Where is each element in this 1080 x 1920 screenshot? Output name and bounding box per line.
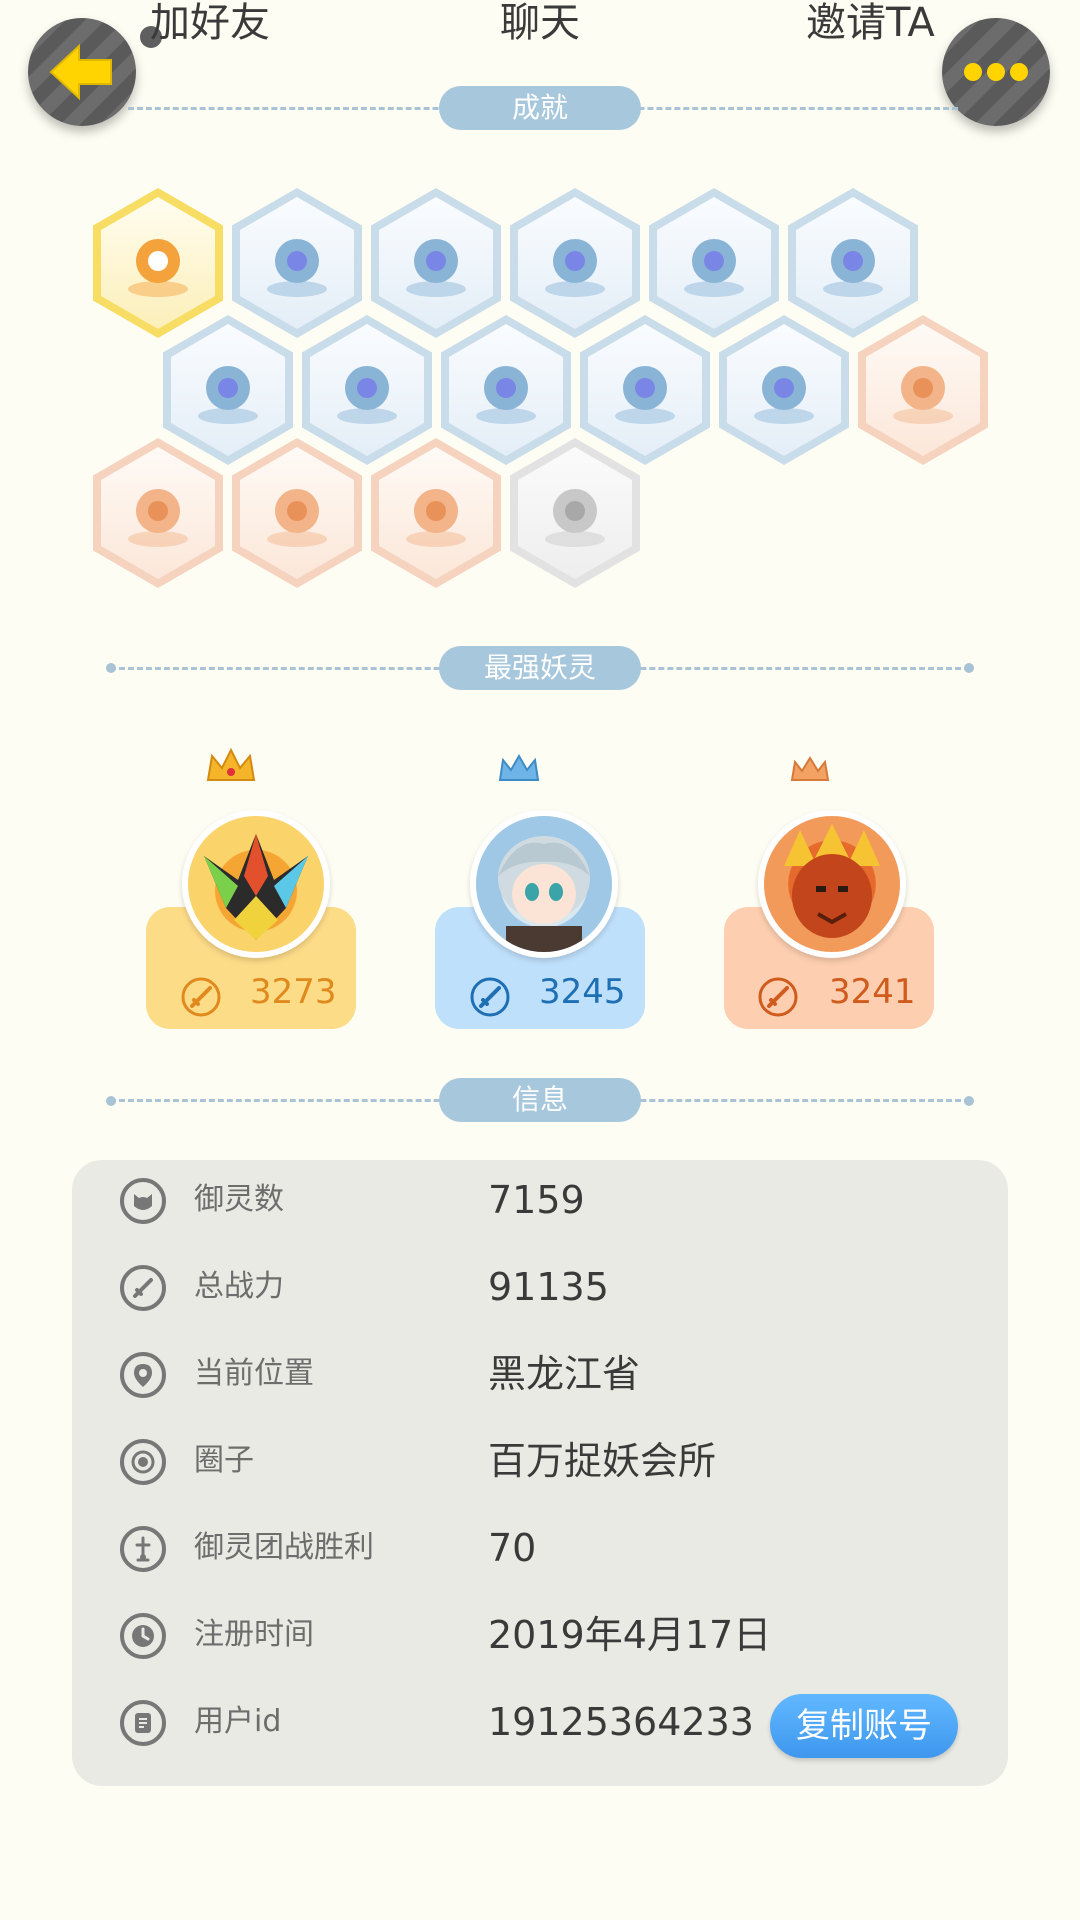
info-value: 7159 <box>488 1178 585 1222</box>
achievement-badge[interactable] <box>510 438 640 588</box>
divider-dot <box>964 663 974 673</box>
achievement-badge[interactable] <box>163 315 293 465</box>
divider-dot <box>106 1096 116 1106</box>
achievement-badge-face <box>588 324 702 456</box>
achievement-badge[interactable] <box>302 315 432 465</box>
spirit-avatar[interactable] <box>758 810 906 958</box>
spirit-portrait <box>204 834 308 940</box>
spirit-portrait <box>498 836 590 952</box>
achievement-badge-face <box>240 197 354 329</box>
achievement-badge-face <box>518 197 632 329</box>
yinyang-book-icon <box>476 366 536 424</box>
fire-spirit-icon <box>893 366 953 424</box>
info-label: 当前位置 <box>194 1356 314 1391</box>
crown-silver-icon <box>498 753 540 781</box>
achievement-badge-face <box>101 447 215 579</box>
achievement-badge[interactable] <box>510 188 640 338</box>
spirit-power-value: 3245 <box>539 972 626 1012</box>
achievement-badge-face <box>310 324 424 456</box>
sword-power-icon <box>120 1265 166 1311</box>
achievement-badge-face <box>796 197 910 329</box>
sword-power-icon <box>470 977 510 1017</box>
info-value: 2019年4月17日 <box>488 1613 772 1657</box>
info-label: 圈子 <box>194 1443 254 1478</box>
spirit-power-value: 3241 <box>829 972 916 1012</box>
cat-statue-icon <box>754 366 814 424</box>
sword-power-icon <box>181 977 221 1017</box>
spirit-avatar[interactable] <box>470 810 618 958</box>
team-sword-icon <box>120 1526 166 1572</box>
achievement-badge-face <box>866 324 980 456</box>
achievement-badge[interactable] <box>441 315 571 465</box>
achievement-badge-face <box>518 447 632 579</box>
copy-account-button[interactable]: 复制账号 <box>770 1694 958 1758</box>
info-label: 御灵数 <box>194 1182 284 1217</box>
circle-target-icon <box>120 1439 166 1485</box>
moon-icon <box>545 239 605 297</box>
achievement-badge-face <box>657 197 771 329</box>
koi-fish-icon <box>267 489 327 547</box>
info-value: 91135 <box>488 1265 609 1309</box>
add-friend-button[interactable]: 加好友 <box>150 0 270 46</box>
info-label: 注册时间 <box>194 1617 314 1652</box>
spirit-power-value: 3273 <box>250 972 337 1012</box>
info-label: 御灵团战胜利 <box>194 1530 374 1565</box>
crown-bronze-icon <box>790 756 830 781</box>
cat-cart-icon <box>128 489 188 547</box>
spirit-portrait <box>784 824 880 938</box>
achievement-badge-face <box>240 447 354 579</box>
back-arrow-icon <box>49 43 112 101</box>
clock-icon <box>120 1613 166 1659</box>
invite-button[interactable]: 邀请TA <box>806 0 935 46</box>
achievement-badge-face <box>171 324 285 456</box>
info-value: 70 <box>488 1526 537 1570</box>
achievement-badge[interactable] <box>371 438 501 588</box>
achievement-badge[interactable] <box>580 315 710 465</box>
more-button[interactable] <box>942 18 1050 126</box>
info-title: 信息 <box>439 1078 641 1122</box>
portal-icon <box>406 239 466 297</box>
id-card-icon <box>120 1700 166 1746</box>
achievement-badge-face <box>101 197 215 329</box>
divider-dot <box>106 663 116 673</box>
wolf-book-icon <box>545 489 605 547</box>
shield-portal-icon <box>615 366 675 424</box>
location-pin-icon <box>120 1352 166 1398</box>
achievement-badge-face <box>379 197 493 329</box>
achievement-badge-face <box>379 447 493 579</box>
achievement-badge[interactable] <box>232 188 362 338</box>
achievement-badge[interactable] <box>788 188 918 338</box>
info-label: 用户id <box>194 1704 282 1739</box>
chat-button[interactable]: 聊天 <box>500 0 580 46</box>
achievement-badge[interactable] <box>232 438 362 588</box>
info-label: 总战力 <box>194 1269 284 1304</box>
info-value: 百万捉妖会所 <box>488 1439 717 1483</box>
dancing-cat-icon <box>337 366 397 424</box>
sword-power-icon <box>758 977 798 1017</box>
crystal-ball-icon <box>684 239 744 297</box>
crystal-icon <box>823 239 883 297</box>
cat-medal-icon <box>128 239 188 297</box>
spirit-face-icon <box>120 1178 166 1224</box>
achievement-badge-face <box>449 324 563 456</box>
achievement-badge[interactable] <box>719 315 849 465</box>
achievements-title: 成就 <box>439 86 641 130</box>
spirit-avatar[interactable] <box>182 810 330 958</box>
info-value: 黑龙江省 <box>488 1352 641 1396</box>
more-dots-icon <box>964 63 1028 81</box>
achievement-badge[interactable] <box>93 188 223 338</box>
back-button[interactable] <box>28 18 136 126</box>
achievement-badge[interactable] <box>858 315 988 465</box>
achievement-badge[interactable] <box>93 438 223 588</box>
achievement-badge[interactable] <box>649 188 779 338</box>
sneaker-icon <box>267 239 327 297</box>
crown-gold-icon <box>206 747 256 781</box>
spirits-title: 最强妖灵 <box>439 646 641 690</box>
achievement-badge-face <box>727 324 841 456</box>
yinyang-wave-icon <box>198 366 258 424</box>
divider-dot <box>964 1096 974 1106</box>
user-id-value: 19125364233 <box>488 1700 754 1744</box>
horned-spirit-icon <box>406 489 466 547</box>
achievement-badge[interactable] <box>371 188 501 338</box>
